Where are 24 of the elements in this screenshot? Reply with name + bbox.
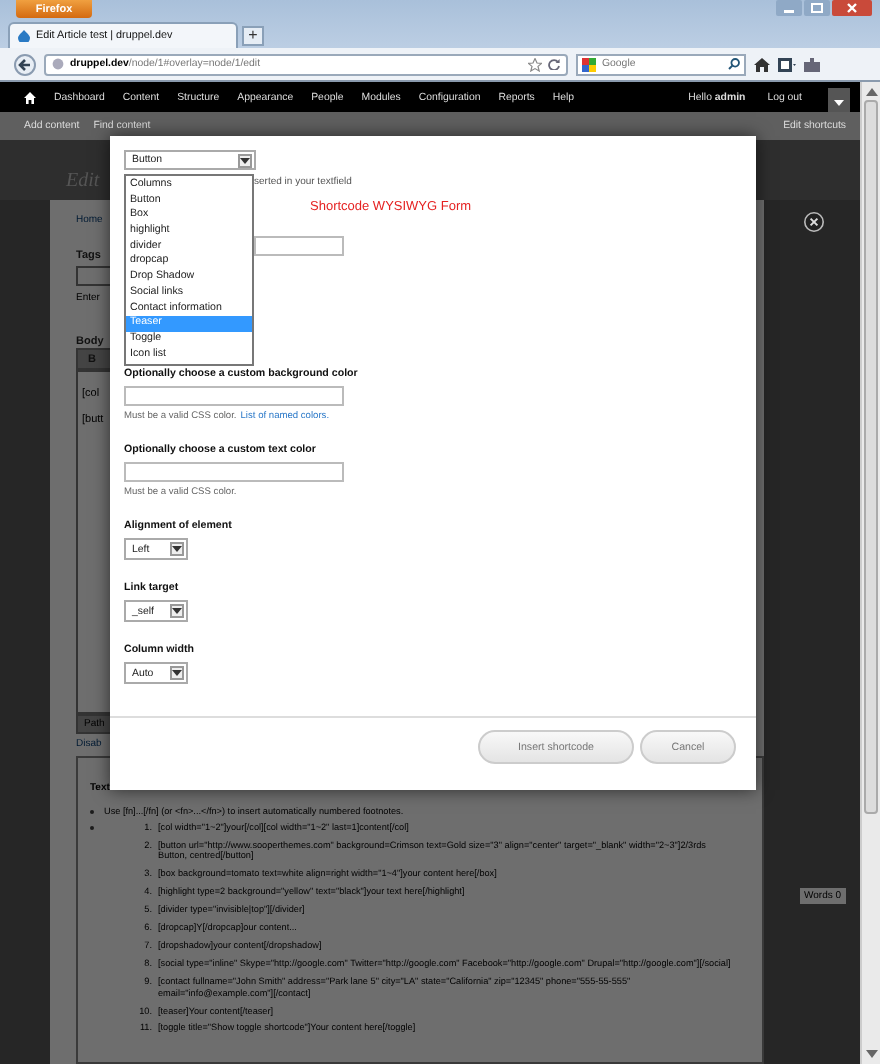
scroll-down-icon[interactable]: [863, 1048, 879, 1060]
text-field[interactable]: [254, 236, 344, 256]
close-icon[interactable]: [804, 212, 824, 232]
puzzle-icon[interactable]: [804, 57, 822, 71]
search-icon[interactable]: [728, 58, 740, 70]
home-icon[interactable]: [754, 57, 770, 71]
caret-icon: [172, 546, 182, 552]
new-tab-button[interactable]: +: [242, 26, 264, 46]
home-icon[interactable]: [24, 91, 36, 103]
back-icon[interactable]: [14, 53, 36, 75]
bookmarks-icon[interactable]: [778, 57, 796, 71]
caret-icon: [240, 157, 250, 163]
search-engine-icon[interactable]: [582, 57, 596, 71]
scrollbar[interactable]: [860, 82, 880, 1064]
caret-icon: [834, 99, 844, 105]
reload-icon[interactable]: [548, 58, 560, 70]
caret-icon: [172, 608, 182, 614]
toggle-button[interactable]: [828, 87, 850, 113]
scrollbar-thumb[interactable]: [864, 100, 878, 814]
text-field[interactable]: [124, 462, 344, 482]
star-icon[interactable]: [528, 57, 542, 71]
text-field[interactable]: [124, 386, 344, 406]
caret-icon: [172, 670, 182, 676]
drop-icon: [18, 30, 30, 42]
